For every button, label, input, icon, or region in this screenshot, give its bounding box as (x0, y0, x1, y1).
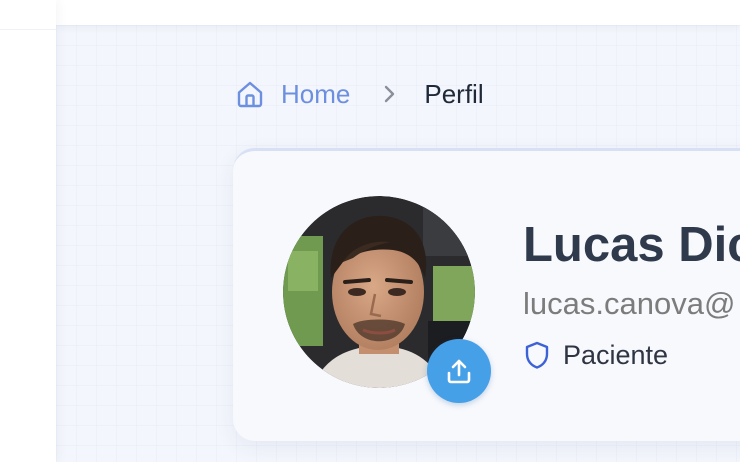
breadcrumb-home-label: Home (281, 78, 351, 109)
user-name: Lucas Dic (523, 218, 740, 272)
profile-card: Lucas Dic lucas.canova@ Paciente (233, 148, 740, 441)
breadcrumb-home-link[interactable]: Home (235, 79, 350, 110)
avatar-container (283, 196, 491, 403)
home-icon (235, 79, 265, 109)
upload-photo-button[interactable] (427, 339, 491, 403)
sidebar-divider (0, 29, 56, 30)
breadcrumb: Home Perfil (235, 78, 484, 110)
shield-icon (523, 340, 551, 370)
user-email: lucas.canova@ (523, 286, 736, 321)
top-bar (56, 0, 740, 25)
upload-icon (447, 359, 471, 384)
chevron-right-icon (380, 82, 398, 106)
breadcrumb-current-page: Perfil (424, 78, 484, 109)
user-role: Paciente (523, 337, 668, 373)
sidebar (0, 0, 56, 462)
role-label: Paciente (563, 339, 669, 370)
